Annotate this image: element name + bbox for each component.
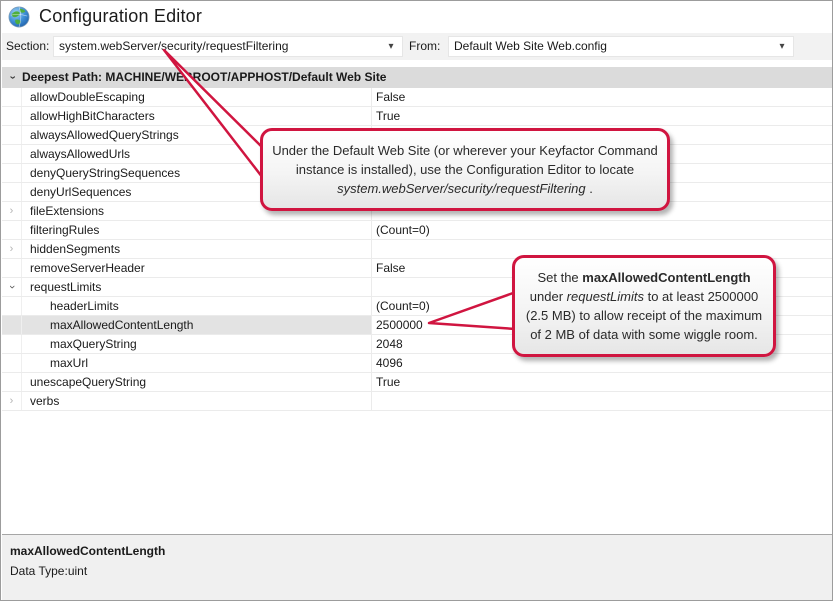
property-name: allowDoubleEscaping xyxy=(22,88,372,106)
callout-text-segment: maxAllowedContentLength xyxy=(582,270,750,285)
from-combobox-value: Default Web Site Web.config xyxy=(454,39,607,53)
callout-text-segment: . xyxy=(586,181,593,196)
details-data-type: Data Type:uint xyxy=(10,564,825,578)
property-name: removeServerHeader xyxy=(22,259,372,277)
callout-text-segment: under xyxy=(530,289,567,304)
from-label: From: xyxy=(409,39,440,53)
collapse-icon[interactable]: › xyxy=(2,278,22,296)
table-row[interactable]: unescapeQueryStringTrue xyxy=(2,373,833,392)
expand-icon[interactable]: › xyxy=(2,240,22,258)
row-gutter xyxy=(2,297,22,315)
expand-icon[interactable]: › xyxy=(2,202,22,220)
collapse-icon[interactable]: › xyxy=(2,67,22,88)
table-row[interactable]: allowDoubleEscapingFalse xyxy=(2,88,833,107)
chevron-down-icon[interactable]: ▾ xyxy=(384,37,398,56)
callout-text-segment: system.webServer/security/requestFilteri… xyxy=(337,181,586,196)
callout-text-segment: Set the xyxy=(537,270,582,285)
property-name: verbs xyxy=(22,392,372,410)
details-panel: maxAllowedContentLength Data Type:uint xyxy=(2,534,833,600)
callout-text-segment: requestLimits xyxy=(567,289,644,304)
row-gutter xyxy=(2,164,22,182)
annotation-callout-maxlength: Set the maxAllowedContentLength under re… xyxy=(512,255,776,357)
deepest-path-header[interactable]: › Deepest Path: MACHINE/WEBROOT/APPHOST/… xyxy=(2,67,833,88)
chevron-down-icon[interactable]: ▾ xyxy=(775,37,789,56)
row-gutter xyxy=(2,316,22,334)
title-bar: Configuration Editor xyxy=(1,1,832,33)
property-name: hiddenSegments xyxy=(22,240,372,258)
row-gutter xyxy=(2,126,22,144)
row-gutter xyxy=(2,335,22,353)
expand-icon[interactable]: › xyxy=(2,392,22,410)
property-name: maxUrl xyxy=(22,354,372,372)
row-gutter xyxy=(2,354,22,372)
row-gutter xyxy=(2,373,22,391)
row-gutter xyxy=(2,88,22,106)
property-name: maxAllowedContentLength xyxy=(22,316,372,334)
row-gutter xyxy=(2,259,22,277)
property-name: unescapeQueryString xyxy=(22,373,372,391)
deepest-path-text: Deepest Path: MACHINE/WEBROOT/APPHOST/De… xyxy=(22,67,386,88)
row-gutter xyxy=(2,221,22,239)
table-row[interactable]: ›verbs xyxy=(2,392,833,411)
from-combobox[interactable]: Default Web Site Web.config ▾ xyxy=(448,36,794,57)
property-value: True xyxy=(372,107,833,125)
property-name: headerLimits xyxy=(22,297,372,315)
property-value xyxy=(372,392,833,410)
property-value: False xyxy=(372,88,833,106)
section-label: Section: xyxy=(6,39,49,53)
property-value: (Count=0) xyxy=(372,221,833,239)
table-row[interactable]: allowHighBitCharactersTrue xyxy=(2,107,833,126)
page-title: Configuration Editor xyxy=(39,6,202,27)
callout-text-segment: Under the Default Web Site (or wherever … xyxy=(272,143,658,177)
row-gutter xyxy=(2,145,22,163)
property-name: maxQueryString xyxy=(22,335,372,353)
property-value: True xyxy=(372,373,833,391)
annotation-callout-section: Under the Default Web Site (or wherever … xyxy=(260,128,670,211)
property-name: allowHighBitCharacters xyxy=(22,107,372,125)
configuration-editor-window: Configuration Editor Section: system.web… xyxy=(0,0,833,601)
toolbar: Section: system.webServer/security/reque… xyxy=(2,33,833,60)
globe-icon xyxy=(8,6,30,28)
table-row[interactable]: filteringRules(Count=0) xyxy=(2,221,833,240)
row-gutter xyxy=(2,107,22,125)
property-name: requestLimits xyxy=(22,278,372,296)
property-name: filteringRules xyxy=(22,221,372,239)
row-gutter xyxy=(2,183,22,201)
section-combobox-value: system.webServer/security/requestFilteri… xyxy=(59,39,288,53)
section-combobox[interactable]: system.webServer/security/requestFilteri… xyxy=(53,36,403,57)
details-property-name: maxAllowedContentLength xyxy=(10,544,825,558)
